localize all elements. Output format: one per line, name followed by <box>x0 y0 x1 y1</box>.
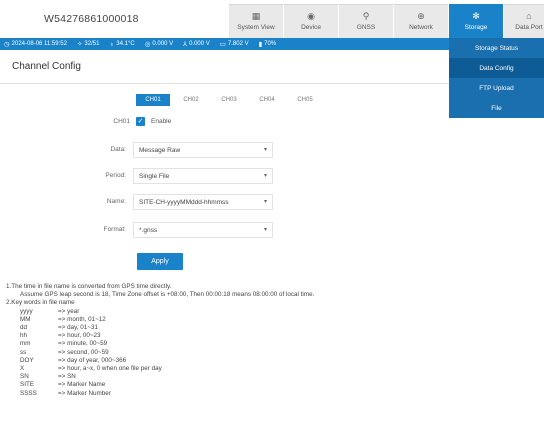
data-port-icon: ⌂ <box>526 11 532 21</box>
antenna-icon: ⅄ <box>183 41 188 48</box>
top-header: W54276861000018 ▦ System View ◉ Device ⚲… <box>0 0 544 38</box>
menu-storage-status[interactable]: Storage Status <box>449 38 544 58</box>
location-pin-icon: ⚲ <box>362 11 370 21</box>
clock-icon: ◷ <box>4 41 10 48</box>
battery-icon: ▮ <box>258 41 263 48</box>
tab-ch05[interactable]: CH05 <box>288 94 322 106</box>
keyword-row: hh => hour, 00~23 <box>20 332 101 340</box>
status-voltage-a: ◎ 0.000 V <box>144 41 174 48</box>
keyword-row: SSSS => Marker Number <box>20 389 111 397</box>
nav-device[interactable]: ◉ Device <box>284 4 338 38</box>
device-id: W54276861000018 <box>44 13 139 25</box>
gauge-icon: ◎ <box>144 41 151 48</box>
tab-ch01[interactable]: CH01 <box>136 94 170 106</box>
chevron-down-icon: ▾ <box>263 147 267 153</box>
status-power: ▭ 7.802 V <box>219 41 249 48</box>
satellite-icon: ◉ <box>307 11 315 21</box>
status-satellites: ✧ 32/51 <box>76 41 100 48</box>
nav-storage[interactable]: ✻ Storage <box>449 4 503 38</box>
nav-label: Storage <box>464 24 488 31</box>
enable-checkbox[interactable]: ✓ <box>136 117 145 126</box>
channel-tabs: CH01 CH02 CH03 CH04 CH05 <box>136 94 326 106</box>
note-line: 1.The time in file name is converted fro… <box>6 283 172 290</box>
format-select[interactable]: *.gnss ▾ <box>133 222 273 238</box>
channel-label: CH01 <box>113 118 130 125</box>
keyword-row: DOY => day of year, 000~366 <box>20 356 127 364</box>
nav-data-port[interactable]: ⌂ Data Port <box>504 4 544 38</box>
keyword-row: X => hour, a~x, 0 when one file per day <box>20 365 162 373</box>
nav-network[interactable]: ⊕ Network <box>394 4 448 38</box>
keyword-row: dd => day, 01~31 <box>20 324 98 332</box>
help-notes: 1.The time in file name is converted fro… <box>6 283 314 398</box>
chevron-down-icon: ▾ <box>263 227 267 233</box>
network-icon: ⊕ <box>417 11 425 21</box>
note-line: Assume GPS leap second is 18, Time Zone … <box>20 291 315 299</box>
name-select-value: SITE-CH-yyyyMMddd-hhmmss <box>139 198 229 206</box>
nav-label: System View <box>237 24 275 31</box>
page-title: Channel Config <box>12 61 81 72</box>
nav-system-view[interactable]: ▦ System View <box>229 4 283 38</box>
status-datetime: ◷ 2024-08-06 11:59:52 <box>4 41 67 48</box>
status-battery: ▮ 70% <box>258 41 277 48</box>
nav-label: Device <box>301 24 321 31</box>
tab-ch03[interactable]: CH03 <box>212 94 246 106</box>
keyword-row: SN => SN <box>20 373 76 381</box>
name-select[interactable]: SITE-CH-yyyyMMddd-hhmmss ▾ <box>133 194 273 210</box>
data-select-value: Message Raw <box>139 146 181 154</box>
menu-data-config[interactable]: Data Config <box>449 58 544 78</box>
tab-ch02[interactable]: CH02 <box>174 94 208 106</box>
menu-ftp-upload[interactable]: FTP Upload <box>449 78 544 98</box>
menu-file[interactable]: File <box>449 98 544 118</box>
keyword-row: mm => minute, 00~59 <box>20 340 108 348</box>
note-line: 2.Key words in file name <box>6 299 75 307</box>
period-select-value: Single File <box>139 172 170 180</box>
data-select[interactable]: Message Raw ▾ <box>133 142 273 158</box>
data-label: Data: <box>110 146 126 153</box>
storage-icon: ✻ <box>472 11 480 21</box>
status-voltage-b: ⅄ 0.000 V <box>183 41 210 48</box>
chevron-down-icon: ▾ <box>263 173 267 179</box>
nav-gnss[interactable]: ⚲ GNSS <box>339 4 393 38</box>
period-label: Period: <box>105 172 126 179</box>
enable-label: Enable <box>151 118 172 125</box>
format-select-value: *.gnss <box>139 226 158 234</box>
chevron-down-icon: ▾ <box>263 199 267 205</box>
keyword-row: MM => month, 01~12 <box>20 315 106 323</box>
storage-dropdown: Storage Status Data Config FTP Upload Fi… <box>449 38 544 118</box>
format-label: Format: <box>103 226 126 233</box>
nav-label: Network <box>409 24 433 31</box>
keyword-row: SITE => Marker Name <box>20 381 106 389</box>
nav-label: Data Port <box>515 24 543 31</box>
satellite-icon: ✧ <box>76 41 83 48</box>
apply-button[interactable]: Apply <box>137 253 183 270</box>
power-icon: ▭ <box>219 41 226 48</box>
nav-label: GNSS <box>356 24 376 31</box>
thermometer-icon: ♁ <box>109 40 115 48</box>
keyword-row: ss => second, 00~59 <box>20 348 109 356</box>
name-label: Name: <box>106 198 126 205</box>
dashboard-icon: ▦ <box>251 11 261 21</box>
main-nav: ▦ System View ◉ Device ⚲ GNSS ⊕ Network … <box>229 4 544 38</box>
enable-row: ✓ Enable <box>136 117 171 126</box>
keyword-row: yyyy => year <box>20 307 80 315</box>
period-select[interactable]: Single File ▾ <box>133 168 273 184</box>
status-temperature: ♁ 34.1°C <box>109 40 135 48</box>
tab-ch04[interactable]: CH04 <box>250 94 284 106</box>
